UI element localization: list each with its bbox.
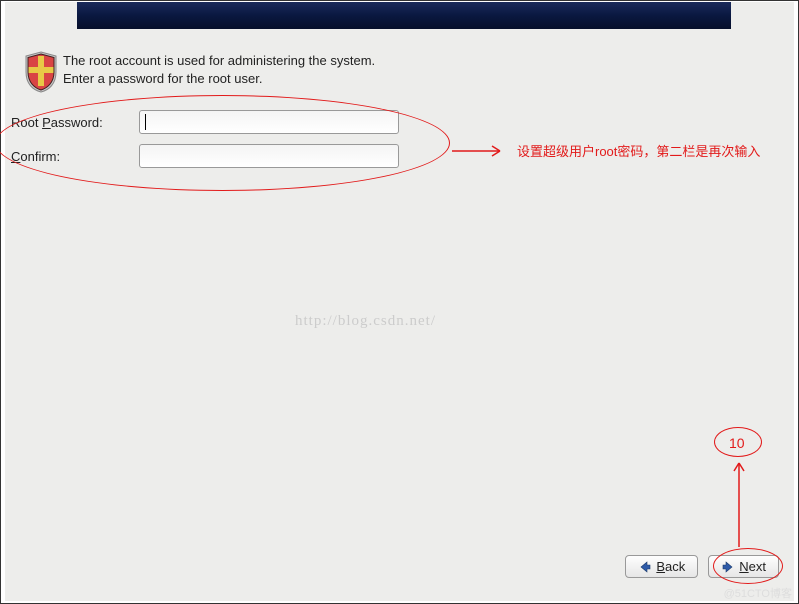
password-form: Root Password: Confirm: — [11, 110, 399, 178]
instruction-text: The root account is used for administeri… — [63, 52, 381, 87]
arrow-right-icon — [721, 560, 735, 574]
root-password-input[interactable] — [139, 110, 399, 134]
back-button[interactable]: Back — [625, 555, 698, 578]
watermark-text: http://blog.csdn.net/ — [295, 313, 436, 330]
text-cursor — [145, 114, 146, 130]
installer-window: The root account is used for administeri… — [5, 2, 794, 601]
arrow-left-icon — [638, 560, 652, 574]
confirm-label: Confirm: — [11, 149, 139, 164]
confirm-password-input[interactable] — [139, 144, 399, 168]
annotation-step-number: 10 — [729, 435, 745, 451]
bottom-watermark: @51CTO博客 — [724, 585, 792, 601]
confirm-row: Confirm: — [11, 144, 399, 168]
next-button[interactable]: Next — [708, 555, 779, 578]
navigation-buttons: Back Next — [625, 555, 779, 578]
top-banner — [77, 2, 731, 29]
annotation-chinese-text: 设置超级用户root密码，第二栏是再次输入 — [517, 141, 760, 160]
password-row: Root Password: — [11, 110, 399, 134]
password-label: Root Password: — [11, 115, 139, 130]
shield-icon — [23, 50, 59, 94]
